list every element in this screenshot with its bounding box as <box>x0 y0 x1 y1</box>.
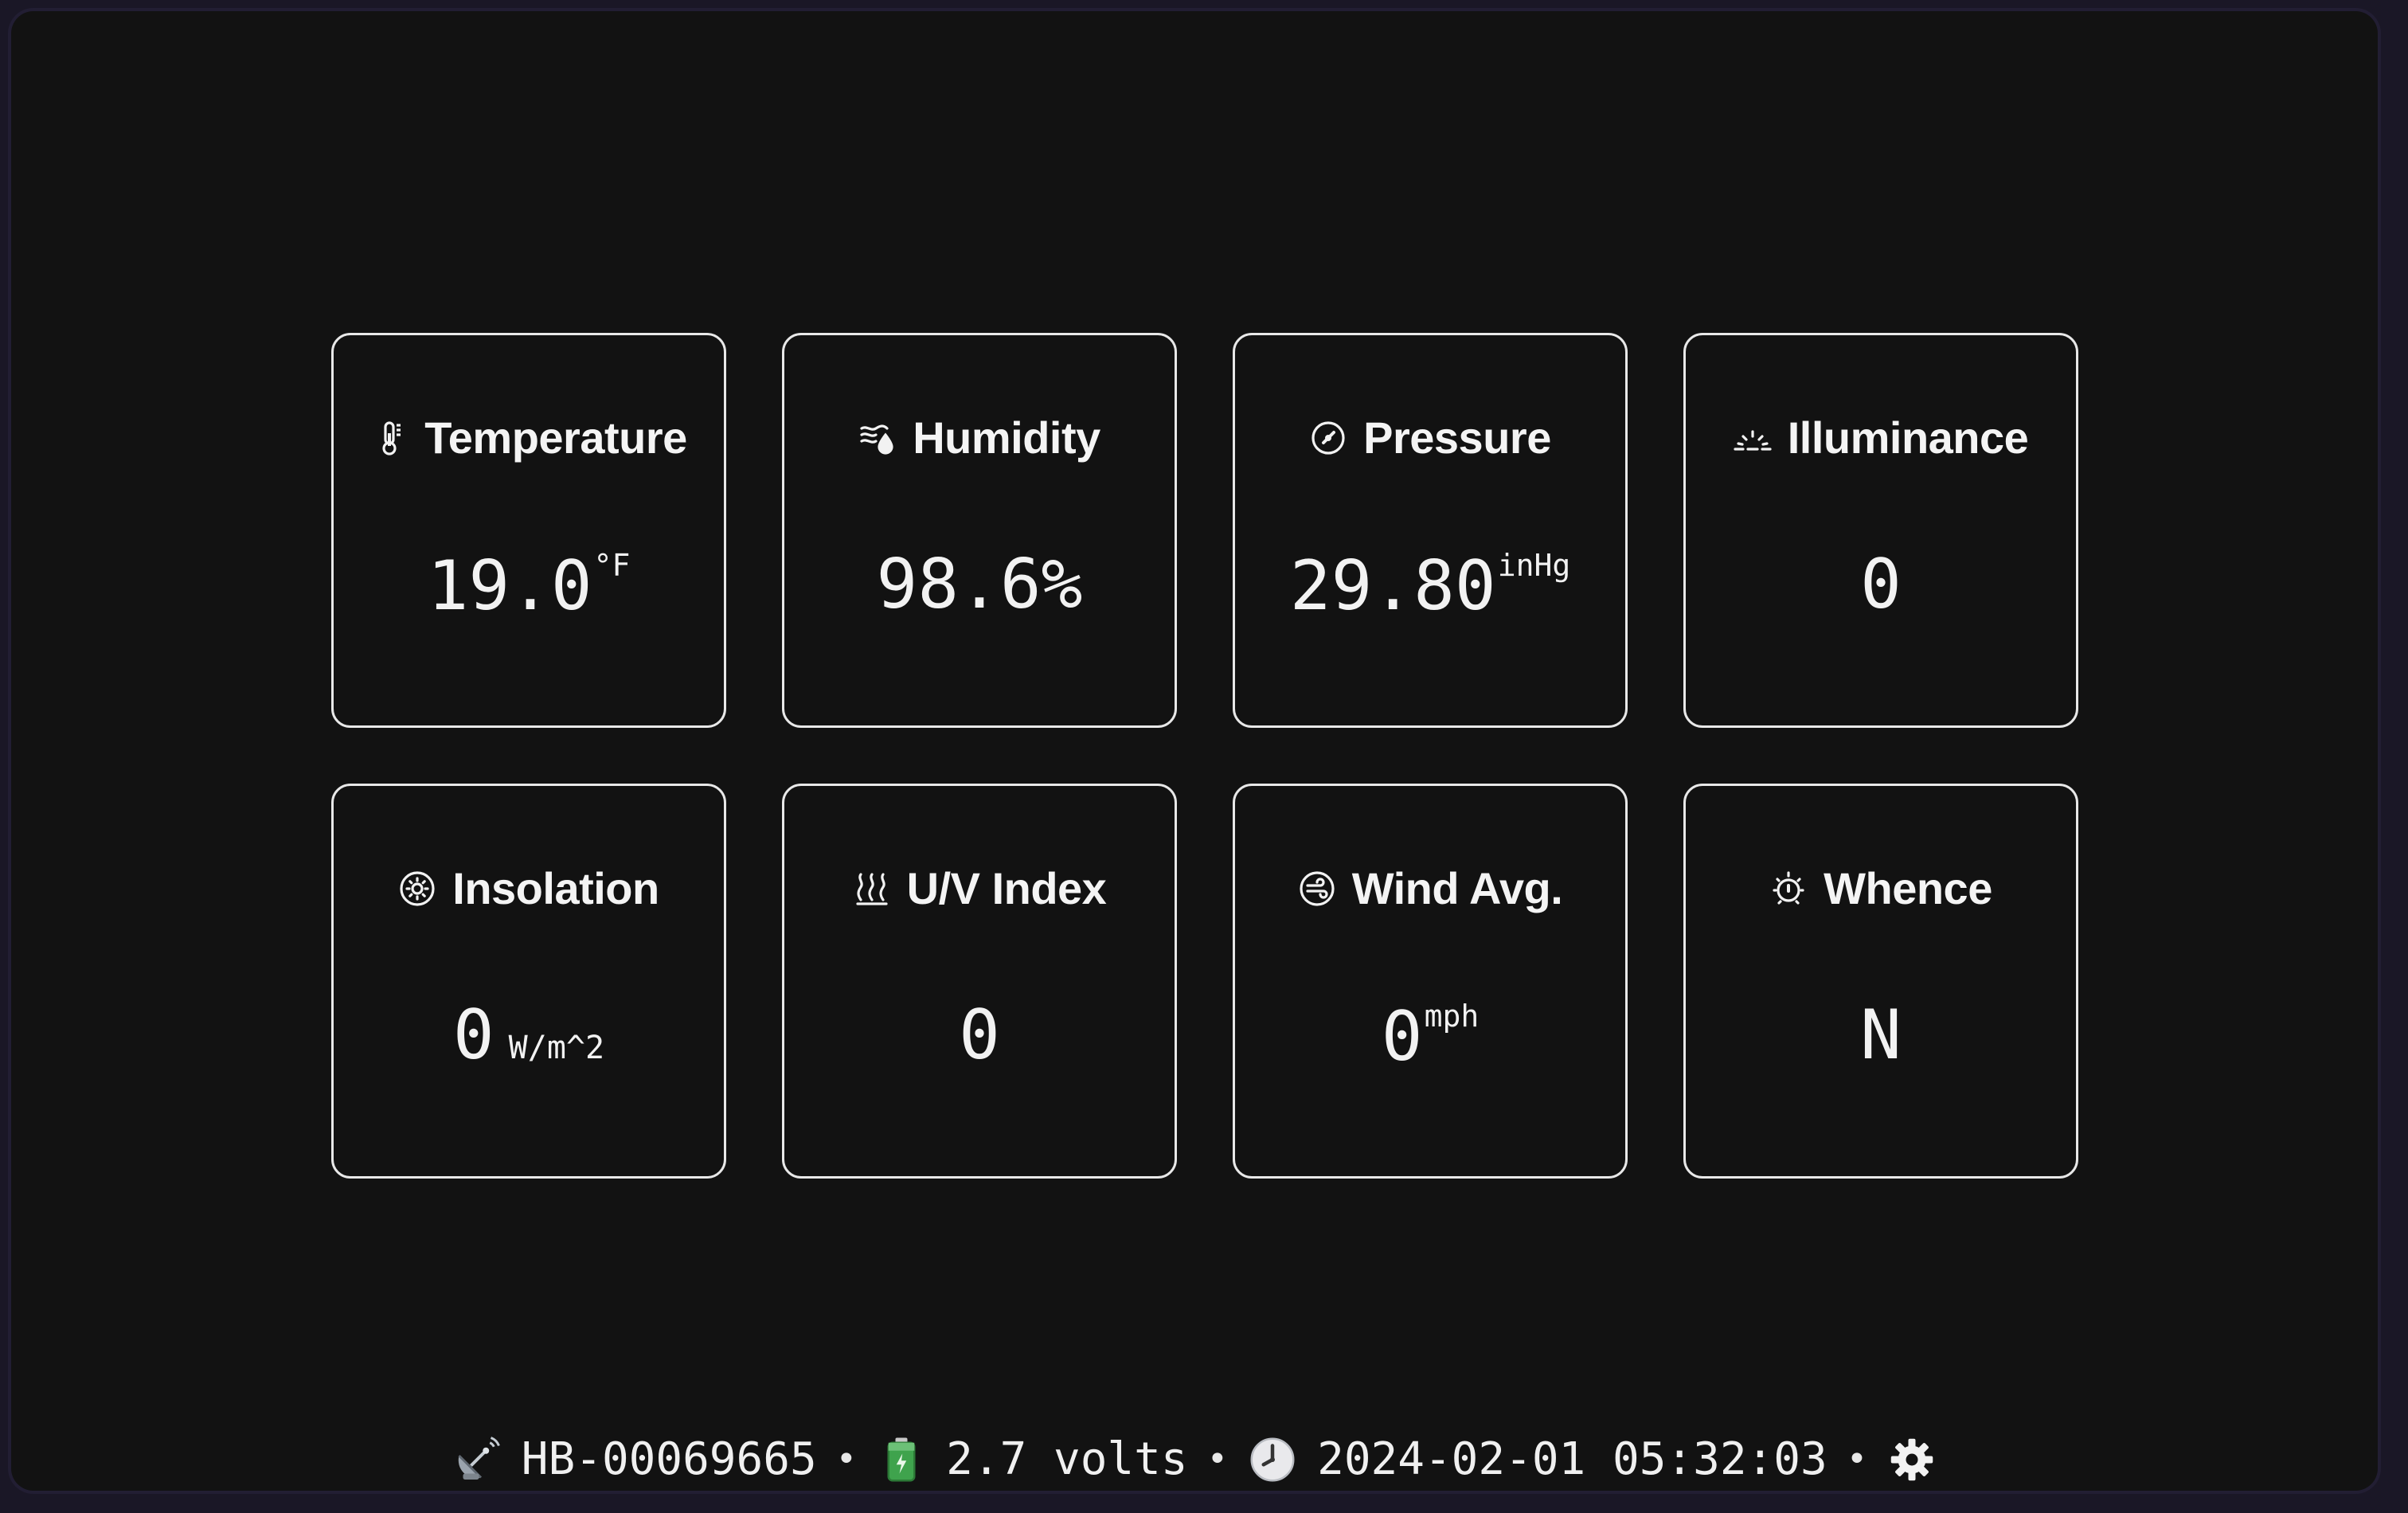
value-number: 0 <box>452 995 494 1075</box>
card-value: 29.80inHg <box>1235 550 1625 620</box>
thermometer-icon <box>370 419 408 457</box>
card-title: Temperature <box>334 412 724 463</box>
uv-index-card: U/V Index 0 <box>782 784 1177 1179</box>
clock-icon <box>1247 1434 1298 1485</box>
value-unit: inHg <box>1497 548 1571 583</box>
card-value: 0mph <box>1235 1001 1625 1071</box>
value-number: 0 <box>1381 997 1423 1077</box>
compass-timer-icon <box>1769 870 1808 908</box>
card-title: Whence <box>1686 862 2076 914</box>
heat-waves-icon <box>853 870 891 908</box>
card-label: Temperature <box>424 412 687 463</box>
value-number: 29.80 <box>1289 546 1496 626</box>
card-value: N <box>1686 1001 2076 1069</box>
card-value: 0 <box>1686 550 2076 619</box>
whence-card: Whence N <box>1683 784 2078 1179</box>
separator: • <box>1206 1439 1229 1480</box>
value-number: 0 <box>959 995 1000 1075</box>
battery-icon <box>876 1434 927 1485</box>
card-value: 19.0°F <box>334 550 724 620</box>
gear-icon[interactable] <box>1886 1434 1937 1485</box>
status-bar: HB-00069665 • 2.7 volts • 2024-02-01 05:… <box>11 1433 2378 1485</box>
card-title: Illuminance <box>1686 412 2076 463</box>
satellite-antenna-icon <box>452 1434 502 1485</box>
value-unit: °F <box>593 548 631 583</box>
device-id: HB-00069665 <box>521 1433 817 1485</box>
card-label: Illuminance <box>1787 412 2029 463</box>
value-number: 19.0 <box>427 546 592 626</box>
value-unit: W/m^2 <box>508 1030 605 1066</box>
pressure-card: Pressure 29.80inHg <box>1233 333 1628 728</box>
sensor-grid: Temperature 19.0°F Humidity 98.6% Pressu… <box>331 333 2078 1179</box>
humidity-icon <box>858 419 897 457</box>
sunrise-icon <box>1734 419 1772 457</box>
card-value: 0 W/m^2 <box>334 1001 724 1069</box>
card-value: 0 <box>784 1001 1175 1069</box>
humidity-card: Humidity 98.6% <box>782 333 1177 728</box>
card-label: Wind Avg. <box>1351 863 1563 913</box>
battery-voltage: 2.7 volts <box>946 1433 1188 1485</box>
card-label: Insolation <box>452 863 659 913</box>
gauge-icon <box>1309 419 1347 457</box>
card-label: Humidity <box>913 412 1100 463</box>
value-number: 0 <box>1860 545 1902 624</box>
wind-icon <box>1298 870 1336 908</box>
separator: • <box>1846 1439 1868 1480</box>
card-label: Pressure <box>1363 412 1551 463</box>
value-unit: mph <box>1424 999 1480 1034</box>
card-label: Whence <box>1824 863 1992 913</box>
card-label: U/V Index <box>906 863 1107 913</box>
card-title: U/V Index <box>784 862 1175 914</box>
card-title: Insolation <box>334 862 724 914</box>
app-window: Temperature 19.0°F Humidity 98.6% Pressu… <box>11 11 2378 1491</box>
card-value: 98.6% <box>784 550 1175 619</box>
insolation-card: Insolation 0 W/m^2 <box>331 784 726 1179</box>
wind-avg-card: Wind Avg. 0mph <box>1233 784 1628 1179</box>
value-number: 98.6% <box>876 545 1083 624</box>
card-title: Pressure <box>1235 412 1625 463</box>
card-title: Humidity <box>784 412 1175 463</box>
temperature-card: Temperature 19.0°F <box>331 333 726 728</box>
value-number: N <box>1860 995 1902 1075</box>
timestamp: 2024-02-01 05:32:03 <box>1317 1433 1828 1485</box>
separator: • <box>835 1439 858 1480</box>
illuminance-card: Illuminance 0 <box>1683 333 2078 728</box>
sun-icon <box>398 870 436 908</box>
card-title: Wind Avg. <box>1235 862 1625 914</box>
